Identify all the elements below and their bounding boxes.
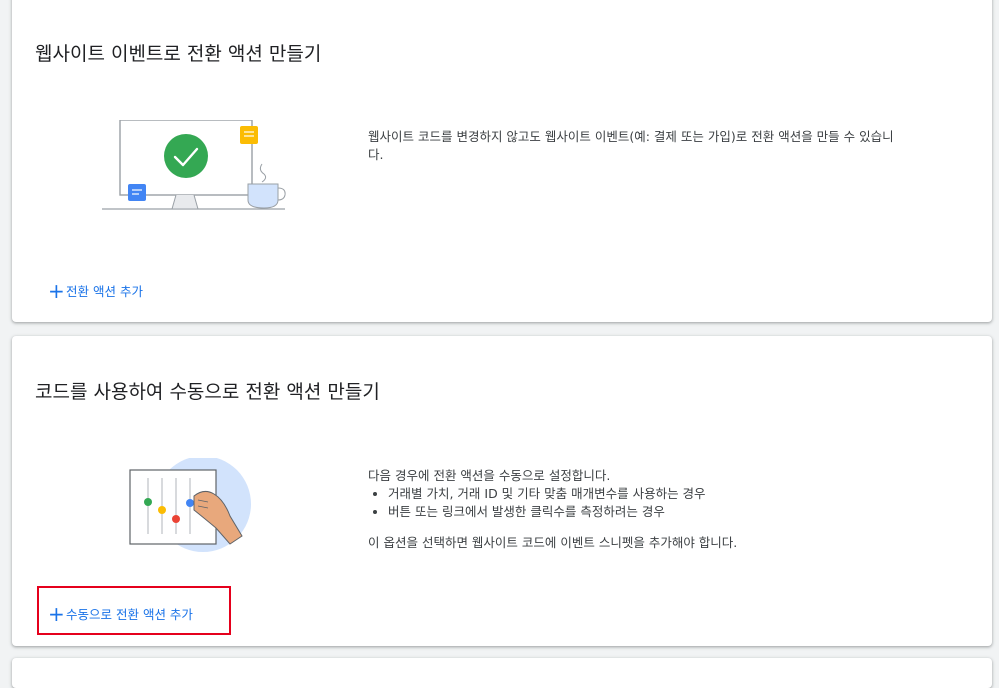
manual-code-conversion-card: 코드를 사용하여 수동으로 전환 액션 만들기 다음 경우에 전환 액션을 수동… bbox=[12, 336, 992, 646]
add-manual-conversion-action-button[interactable]: + 수동으로 전환 액션 추가 bbox=[48, 601, 193, 626]
description-intro: 다음 경우에 전환 액션을 수동으로 설정합니다. bbox=[368, 468, 611, 483]
section-description: 웹사이트 코드를 변경하지 않고도 웹사이트 이벤트(예: 결제 또는 가입)로… bbox=[368, 129, 894, 162]
add-manual-conversion-action-label: 수동으로 전환 액션 추가 bbox=[66, 607, 193, 622]
add-conversion-action-button[interactable]: + 전환 액션 추가 bbox=[48, 278, 143, 303]
section-title: 웹사이트 이벤트로 전환 액션 만들기 bbox=[35, 43, 322, 65]
next-card bbox=[12, 658, 992, 688]
website-event-conversion-card: 웹사이트 이벤트로 전환 액션 만들기 웹사이트 코드를 변경하지 않고도 웹사… bbox=[12, 0, 992, 322]
sliders-hand-icon bbox=[124, 456, 254, 558]
monitor-checkmark-icon bbox=[86, 119, 286, 220]
list-item: 거래별 가치, 거래 ID 및 기타 맞춤 매개변수를 사용하는 경우 bbox=[388, 485, 908, 503]
plus-icon: + bbox=[48, 601, 65, 626]
add-conversion-action-label: 전환 액션 추가 bbox=[66, 284, 143, 299]
plus-icon: + bbox=[48, 278, 65, 303]
description-note: 이 옵션을 선택하면 웹사이트 코드에 이벤트 스니펫을 추가해야 합니다. bbox=[368, 535, 738, 550]
section-description: 다음 경우에 전환 액션을 수동으로 설정합니다. 거래별 가치, 거래 ID … bbox=[368, 467, 908, 552]
list-item: 버튼 또는 링크에서 발생한 클릭수를 측정하려는 경우 bbox=[388, 503, 908, 521]
section-title: 코드를 사용하여 수동으로 전환 액션 만들기 bbox=[35, 381, 380, 403]
bullet-list: 거래별 가치, 거래 ID 및 기타 맞춤 매개변수를 사용하는 경우 버튼 또… bbox=[368, 485, 908, 521]
